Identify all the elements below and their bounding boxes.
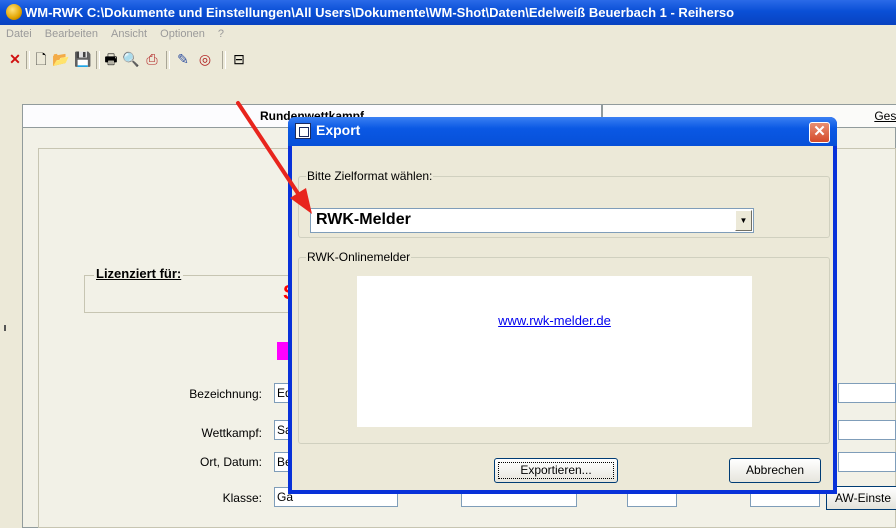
menu-datei[interactable]: Datei — [2, 28, 36, 40]
web-preview: www.rwk-melder.de — [357, 276, 752, 427]
online-group-label: RWK-Onlinemelder — [306, 250, 412, 264]
window-title: WM-RWK C:\Dokumente und Einstellungen\Al… — [25, 5, 735, 20]
export-window-icon — [295, 123, 311, 139]
format-select-value: RWK-Melder — [316, 211, 411, 228]
export-button-label: Exportieren... — [520, 463, 592, 477]
save-icon[interactable]: 💾 — [74, 50, 92, 68]
menu-bearbeiten[interactable]: Bearbeiten — [41, 28, 102, 40]
ort-datum-field-right[interactable] — [838, 452, 896, 472]
label-bezeichnung: Bezeichnung: — [189, 387, 262, 401]
close-icon[interactable]: ✕ — [809, 122, 830, 143]
menu-optionen[interactable]: Optionen — [156, 28, 209, 40]
list-icon[interactable]: ⊟ — [230, 50, 248, 68]
toolbar-separator — [166, 51, 170, 69]
new-file-icon[interactable]: 🗋 — [32, 50, 50, 68]
resize-marker — [4, 325, 6, 331]
menu-help[interactable]: ? — [214, 28, 228, 40]
print-icon[interactable]: 🖶 — [102, 50, 120, 68]
toolbar-separator — [222, 51, 226, 69]
wettkampf-field-right[interactable] — [838, 420, 896, 440]
app-icon — [6, 4, 22, 20]
dialog-body: Bitte Zielformat wählen: RWK-Melder ▼ RW… — [292, 146, 833, 490]
toolbar: ✕ 🗋 📂 💾 🖶 🔍 ⎙ ✎ ◎ ⊟ — [0, 46, 896, 72]
label-klasse: Klasse: — [222, 491, 262, 505]
rwk-melder-link[interactable]: www.rwk-melder.de — [357, 313, 752, 328]
dialog-title-bar[interactable]: Export ✕ — [288, 117, 837, 146]
toolbar-separator — [96, 51, 100, 69]
format-group-label: Bitte Zielformat wählen: — [306, 169, 434, 183]
export-button[interactable]: Exportieren... — [494, 458, 618, 483]
cancel-button[interactable]: Abbrechen — [729, 458, 821, 483]
label-ort-datum: Ort, Datum: — [199, 455, 262, 469]
target-icon[interactable]: ◎ — [196, 50, 214, 68]
dialog-title: Export — [316, 122, 361, 138]
export-dialog: Export ✕ Bitte Zielformat wählen: RWK-Me… — [288, 117, 837, 494]
open-folder-icon[interactable]: 📂 — [52, 50, 70, 68]
tools-icon[interactable]: ✎ — [174, 50, 192, 68]
label-wettkampf: Wettkampf: — [201, 426, 262, 440]
format-select[interactable]: RWK-Melder ▼ — [310, 208, 754, 233]
print-preview-icon[interactable]: 🔍 — [122, 50, 140, 68]
export-icon[interactable]: ⎙ — [143, 50, 161, 68]
cancel-button-label: Abbrechen — [745, 463, 805, 477]
main-title-bar: WM-RWK C:\Dokumente und Einstellungen\Al… — [0, 0, 896, 25]
bezeichnung-field-right[interactable] — [838, 383, 896, 403]
toolbar-separator — [26, 51, 30, 69]
menu-ansicht[interactable]: Ansicht — [107, 28, 151, 40]
license-label: Lizenziert für: — [94, 266, 184, 281]
close-icon[interactable]: ✕ — [6, 50, 24, 68]
chevron-down-icon[interactable]: ▼ — [735, 210, 752, 231]
menu-bar: Datei Bearbeiten Ansicht Optionen ? — [0, 25, 896, 44]
